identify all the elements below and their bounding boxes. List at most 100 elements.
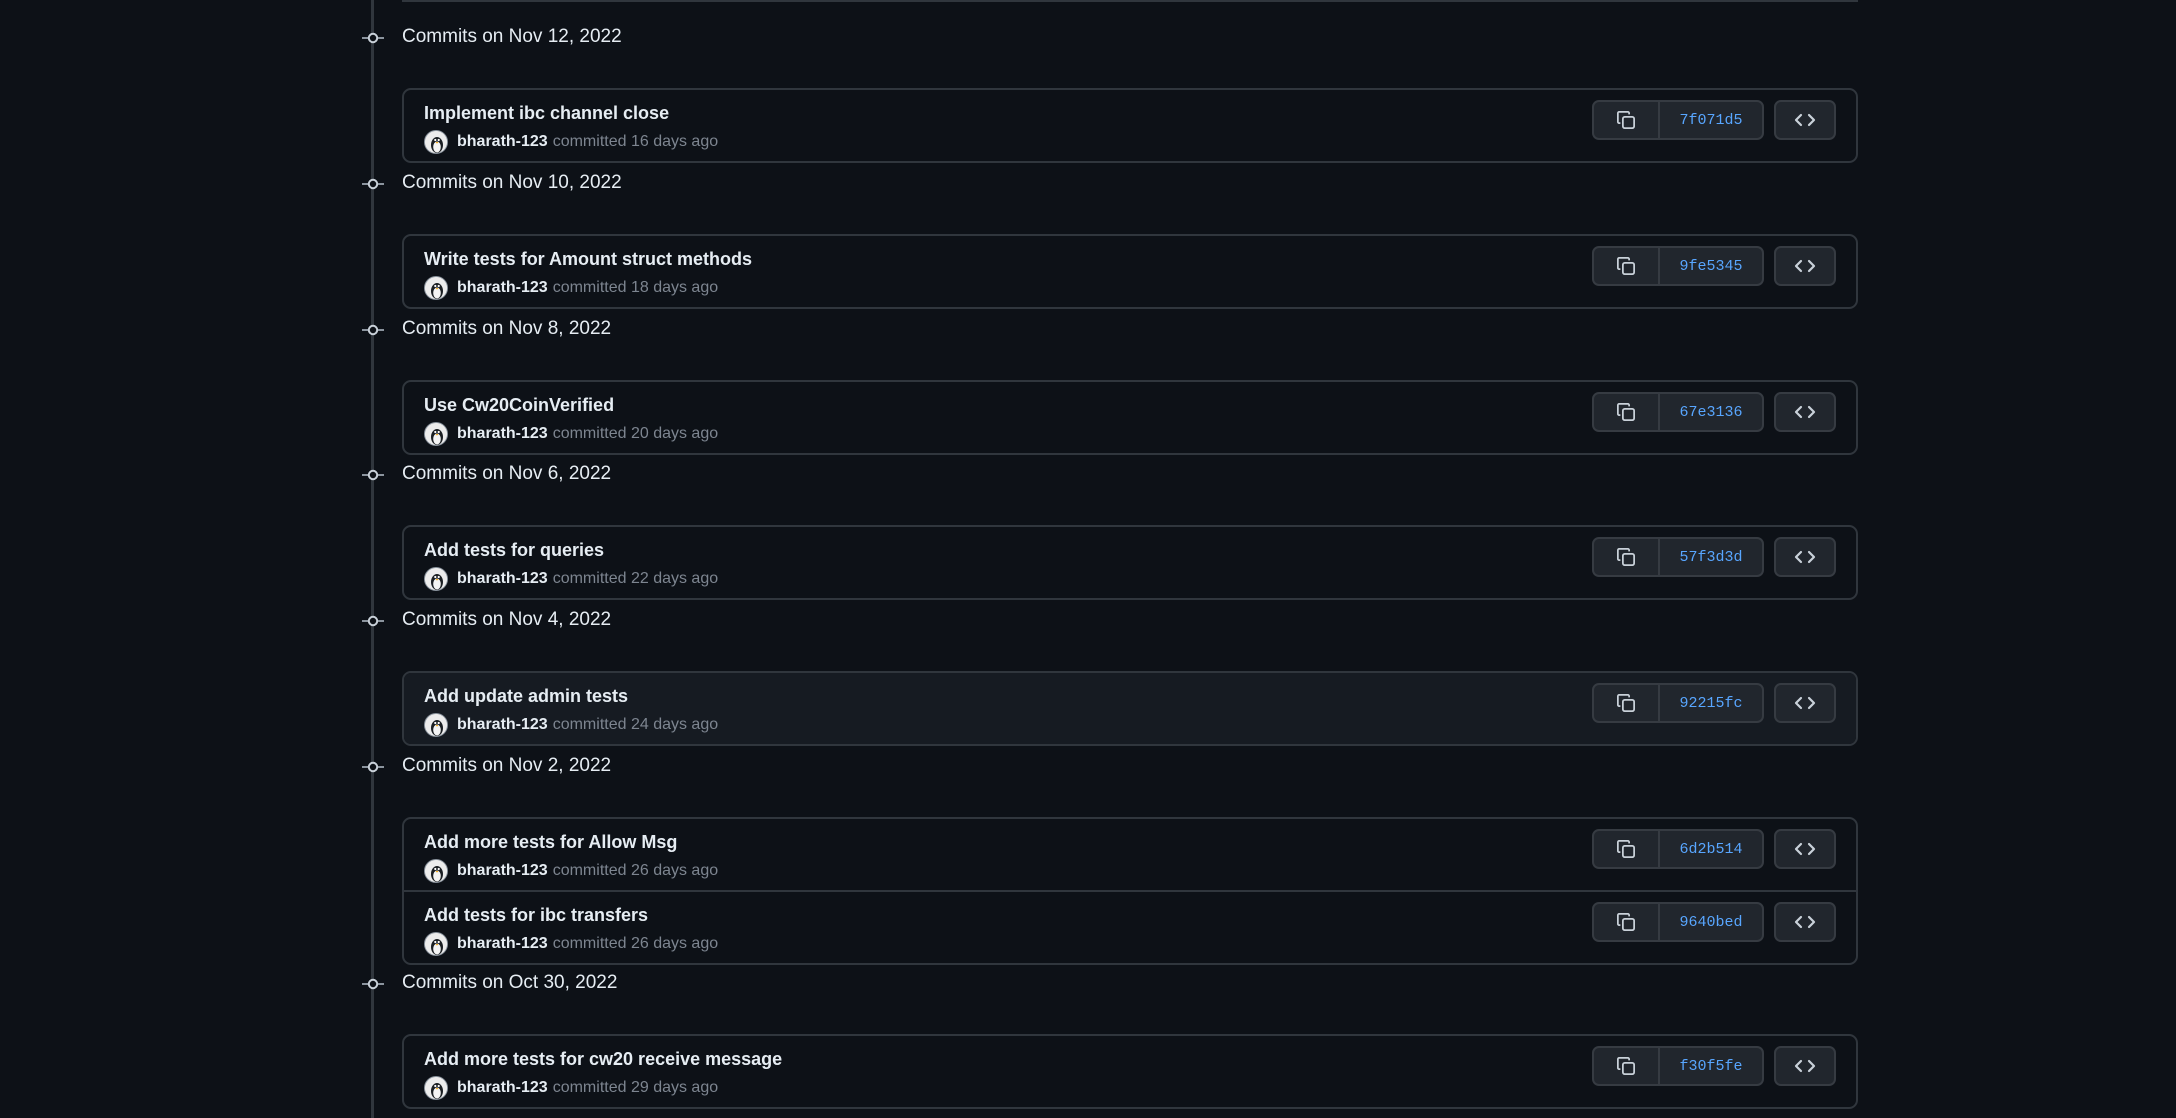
- commit-group-title: Commits on Nov 4, 2022: [402, 609, 612, 630]
- commit-group-header: Commits on Nov 8, 2022: [0, 310, 2176, 354]
- commit-group: Commits on Nov 12, 2022 Implement ibc cha…: [0, 18, 2176, 163]
- penguin-avatar-icon[interactable]: [424, 1076, 448, 1100]
- commit-actions: f30f5fe: [1592, 1046, 1836, 1086]
- copy-sha-group: 57f3d3d: [1592, 537, 1764, 577]
- commit-time: committed 26 days ago: [552, 862, 719, 879]
- git-commit-icon: [362, 977, 384, 990]
- commit-actions: 9640bed: [1592, 902, 1836, 942]
- commit-author-link[interactable]: bharath-123: [457, 1079, 548, 1097]
- commit-sha-link[interactable]: 6d2b514: [1660, 831, 1762, 867]
- commit-sha-link[interactable]: 67e3136: [1660, 394, 1762, 430]
- top-divider: [402, 0, 1858, 2]
- copy-sha-button[interactable]: [1594, 539, 1660, 575]
- commit-actions: 67e3136: [1592, 392, 1836, 432]
- commit-author-link[interactable]: bharath-123: [457, 279, 548, 297]
- commit-group: Commits on Nov 10, 2022 Write tests for A…: [0, 164, 2176, 309]
- penguin-avatar-icon[interactable]: [424, 130, 448, 154]
- copy-icon: [1616, 256, 1636, 276]
- commit-message-link[interactable]: Add more tests for cw20 receive message: [424, 1049, 782, 1070]
- commit-group-title: Commits on Nov 6, 2022: [402, 463, 612, 484]
- commit-sha-link[interactable]: 57f3d3d: [1660, 539, 1762, 575]
- copy-sha-button[interactable]: [1594, 102, 1660, 138]
- commit-actions: 9fe5345: [1592, 246, 1836, 286]
- commit-sha-link[interactable]: f30f5fe: [1660, 1048, 1762, 1084]
- copy-icon: [1616, 1056, 1636, 1076]
- browse-repo-button[interactable]: [1774, 683, 1836, 723]
- commit-group: Commits on Oct 30, 2022 Add more tests fo…: [0, 964, 2176, 1109]
- copy-sha-group: 7f071d5: [1592, 100, 1764, 140]
- browse-repo-button[interactable]: [1774, 246, 1836, 286]
- copy-sha-button[interactable]: [1594, 248, 1660, 284]
- commit-author-link[interactable]: bharath-123: [457, 425, 548, 443]
- commit-meta: bharath-123 committed 24 days ago: [424, 713, 718, 737]
- copy-sha-button[interactable]: [1594, 831, 1660, 867]
- commit-sha-link[interactable]: 7f071d5: [1660, 102, 1762, 138]
- commit-meta: bharath-123 committed 18 days ago: [424, 276, 718, 300]
- commit-group-title: Commits on Nov 2, 2022: [402, 755, 612, 776]
- copy-icon: [1616, 912, 1636, 932]
- commit-author-link[interactable]: bharath-123: [457, 935, 548, 953]
- commit-row: Add tests for ibc transfers bharath-123 co…: [404, 890, 1856, 963]
- penguin-avatar-icon[interactable]: [424, 713, 448, 737]
- browse-repo-button[interactable]: [1774, 829, 1836, 869]
- penguin-avatar-icon[interactable]: [424, 932, 448, 956]
- commit-group-header: Commits on Nov 10, 2022: [0, 164, 2176, 208]
- commit-message-link[interactable]: Write tests for Amount struct methods: [424, 249, 752, 270]
- commit-time: committed 20 days ago: [552, 425, 719, 442]
- commit-group-header: Commits on Nov 4, 2022: [0, 601, 2176, 645]
- copy-sha-button[interactable]: [1594, 685, 1660, 721]
- browse-repo-button[interactable]: [1774, 100, 1836, 140]
- commit-author-link[interactable]: bharath-123: [457, 133, 548, 151]
- code-icon: [1794, 549, 1816, 565]
- commit-message-link[interactable]: Add more tests for Allow Msg: [424, 832, 677, 853]
- copy-icon: [1616, 402, 1636, 422]
- commit-meta: bharath-123 committed 16 days ago: [424, 130, 718, 154]
- commit-author-link[interactable]: bharath-123: [457, 862, 548, 880]
- commit-group-box: Add more tests for Allow Msg bharath-123 c…: [402, 817, 1858, 965]
- commit-group-box: Add update admin tests bharath-123 committ…: [402, 671, 1858, 746]
- browse-repo-button[interactable]: [1774, 1046, 1836, 1086]
- penguin-avatar-icon[interactable]: [424, 859, 448, 883]
- penguin-avatar-icon[interactable]: [424, 567, 448, 591]
- copy-sha-group: 6d2b514: [1592, 829, 1764, 869]
- commit-meta: bharath-123 committed 26 days ago: [424, 859, 718, 883]
- commit-actions: 7f071d5: [1592, 100, 1836, 140]
- copy-sha-group: f30f5fe: [1592, 1046, 1764, 1086]
- copy-sha-group: 67e3136: [1592, 392, 1764, 432]
- git-commit-icon: [362, 177, 384, 190]
- commit-author-link[interactable]: bharath-123: [457, 570, 548, 588]
- copy-sha-button[interactable]: [1594, 904, 1660, 940]
- commit-time: committed 22 days ago: [552, 570, 719, 587]
- commit-time: committed 18 days ago: [552, 279, 719, 296]
- git-commit-icon: [362, 468, 384, 481]
- browse-repo-button[interactable]: [1774, 392, 1836, 432]
- commit-group: Commits on Nov 8, 2022 Use Cw20CoinVerifi…: [0, 310, 2176, 455]
- commit-sha-link[interactable]: 9640bed: [1660, 904, 1762, 940]
- penguin-avatar-icon[interactable]: [424, 422, 448, 446]
- commit-sha-link[interactable]: 9fe5345: [1660, 248, 1762, 284]
- code-icon: [1794, 914, 1816, 930]
- copy-sha-button[interactable]: [1594, 1048, 1660, 1084]
- commit-actions: 92215fc: [1592, 683, 1836, 723]
- commit-time: committed 16 days ago: [552, 133, 719, 150]
- copy-sha-button[interactable]: [1594, 394, 1660, 430]
- browse-repo-button[interactable]: [1774, 902, 1836, 942]
- commit-message-link[interactable]: Add tests for queries: [424, 540, 604, 561]
- code-icon: [1794, 112, 1816, 128]
- commit-group-box: Write tests for Amount struct methods bha…: [402, 234, 1858, 309]
- commit-time: committed 26 days ago: [552, 935, 719, 952]
- commit-sha-link[interactable]: 92215fc: [1660, 685, 1762, 721]
- commit-group-box: Add tests for queries bharath-123 committe…: [402, 525, 1858, 600]
- commit-row: Implement ibc channel close bharath-123 co…: [404, 90, 1856, 161]
- commit-message-link[interactable]: Add update admin tests: [424, 686, 628, 707]
- penguin-avatar-icon[interactable]: [424, 276, 448, 300]
- commit-message-link[interactable]: Use Cw20CoinVerified: [424, 395, 614, 416]
- code-icon: [1794, 1058, 1816, 1074]
- commit-message-link[interactable]: Add tests for ibc transfers: [424, 905, 648, 926]
- commit-author-link[interactable]: bharath-123: [457, 716, 548, 734]
- code-icon: [1794, 258, 1816, 274]
- browse-repo-button[interactable]: [1774, 537, 1836, 577]
- commit-message-link[interactable]: Implement ibc channel close: [424, 103, 669, 124]
- copy-icon: [1616, 547, 1636, 567]
- commit-group: Commits on Nov 2, 2022 Add more tests for…: [0, 747, 2176, 965]
